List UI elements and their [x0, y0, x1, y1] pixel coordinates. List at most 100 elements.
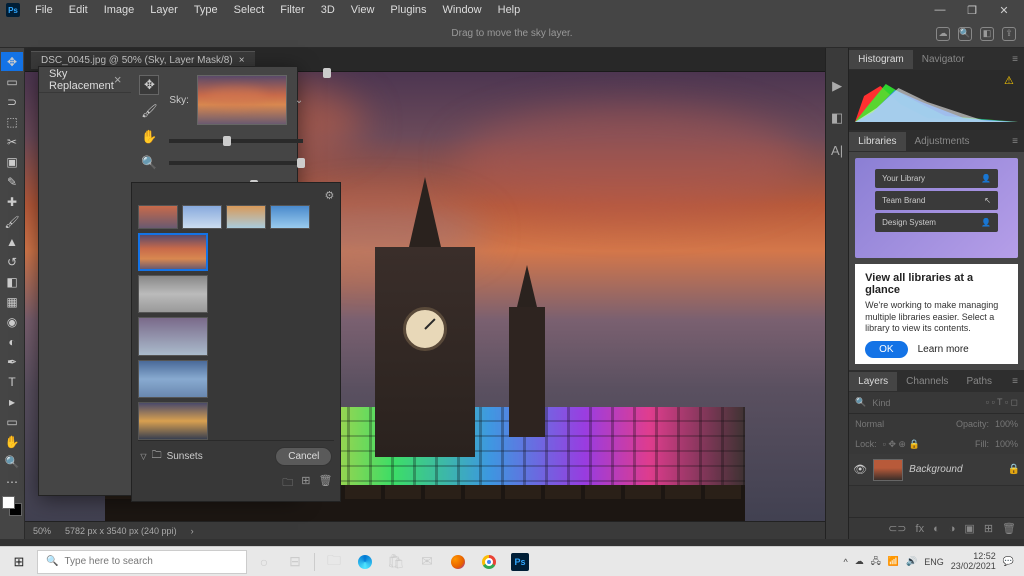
history-brush-tool[interactable]: ↺ [1, 252, 23, 271]
chrome-icon[interactable] [475, 549, 503, 575]
histogram-warning-icon[interactable]: ⚠ [1004, 74, 1018, 86]
lasso-tool[interactable]: ⊃ [1, 92, 23, 111]
preset-group-name[interactable]: Sunsets [167, 451, 203, 462]
notifications-icon[interactable]: 💬 [1003, 556, 1014, 567]
sky-move-tool[interactable]: ✥ [139, 75, 159, 95]
gradient-tool[interactable]: ▦ [1, 292, 23, 311]
menu-view[interactable]: View [344, 2, 382, 18]
shift-edge-slider[interactable] [169, 139, 303, 143]
window-minimize[interactable]: — [926, 2, 954, 18]
language-indicator[interactable]: ENG [924, 557, 944, 567]
menu-3d[interactable]: 3D [314, 2, 342, 18]
menu-layer[interactable]: Layer [143, 2, 185, 18]
fade-edge-slider[interactable] [169, 161, 303, 165]
dodge-tool[interactable]: ◐ [1, 332, 23, 351]
start-button[interactable]: ⊞ [4, 549, 34, 575]
sky-hand-tool[interactable]: ✋ [139, 127, 159, 147]
library-card[interactable]: Team Brand↖ [875, 191, 998, 210]
healing-tool[interactable]: ✚ [1, 192, 23, 211]
library-card[interactable]: Design System👤 [875, 213, 998, 232]
preset-thumb[interactable] [138, 317, 208, 355]
volume-icon[interactable]: 🔊 [906, 556, 917, 567]
panel-menu-icon[interactable]: ≡ [1006, 136, 1024, 147]
color-panel-icon[interactable]: ▶ [829, 78, 845, 94]
lock-icon[interactable]: 🔒 [1008, 464, 1020, 475]
menu-filter[interactable]: Filter [273, 2, 311, 18]
search-icon[interactable]: 🔍 [958, 27, 972, 41]
preset-thumb-selected[interactable] [138, 233, 208, 271]
delete-layer-icon[interactable]: 🗑 [1002, 522, 1016, 535]
frame-tool[interactable]: ▣ [1, 152, 23, 171]
move-tool[interactable]: ✥ [1, 52, 23, 71]
close-tab-icon[interactable]: × [239, 55, 245, 66]
task-view-icon[interactable]: ⊟ [281, 549, 309, 575]
tray-chevron-icon[interactable]: ^ [844, 557, 848, 567]
menu-file[interactable]: File [28, 2, 60, 18]
status-chevron-icon[interactable]: › [191, 526, 194, 536]
sky-zoom-tool[interactable]: 🔍 [139, 153, 159, 173]
tab-paths[interactable]: Paths [957, 372, 1001, 391]
preset-thumb[interactable] [138, 205, 178, 229]
cloud-icon[interactable]: ☁ [936, 27, 950, 41]
panel-menu-icon[interactable]: ≡ [1006, 54, 1024, 65]
type-tool[interactable]: T [1, 372, 23, 391]
preset-thumb[interactable] [138, 402, 208, 440]
visibility-toggle-icon[interactable]: 👁 [853, 463, 867, 476]
sky-brush-tool[interactable]: 🖌 [139, 101, 159, 121]
layer-thumbnail[interactable] [873, 459, 903, 481]
hand-tool[interactable]: ✋ [1, 432, 23, 451]
firefox-icon[interactable] [444, 549, 472, 575]
menu-type[interactable]: Type [187, 2, 225, 18]
photoshop-taskbar-icon[interactable]: Ps [506, 549, 534, 575]
tab-layers[interactable]: Layers [849, 372, 897, 391]
marquee-tool[interactable]: ▭ [1, 72, 23, 91]
preset-thumb[interactable] [270, 205, 310, 229]
onedrive-icon[interactable]: ☁ [855, 556, 864, 567]
brush-tool[interactable]: 🖌 [1, 212, 23, 231]
swatches-panel-icon[interactable]: ◧ [829, 110, 845, 126]
learn-more-link[interactable]: Learn more [918, 344, 969, 355]
menu-image[interactable]: Image [97, 2, 142, 18]
zoom-tool[interactable]: 🔍 [1, 452, 23, 471]
new-group-icon[interactable]: 🗀 [282, 474, 293, 493]
workspace-icon[interactable]: ◧ [980, 27, 994, 41]
preset-thumb[interactable] [182, 205, 222, 229]
new-layer-icon[interactable]: ⊞ [984, 522, 993, 535]
menu-help[interactable]: Help [491, 2, 528, 18]
sky-preview-thumbnail[interactable] [197, 75, 287, 125]
blur-tool[interactable]: ◉ [1, 312, 23, 331]
layer-row[interactable]: 👁 Background 🔒 [849, 454, 1024, 486]
color-swatches[interactable] [2, 496, 22, 516]
tab-libraries[interactable]: Libraries [849, 132, 905, 151]
panel-menu-icon[interactable]: ≡ [1006, 376, 1024, 387]
preset-settings-icon[interactable]: ⚙ [325, 189, 335, 202]
eraser-tool[interactable]: ◧ [1, 272, 23, 291]
library-card[interactable]: Your Library👤 [875, 169, 998, 188]
wifi-icon[interactable]: 📶 [888, 556, 899, 567]
tab-channels[interactable]: Channels [897, 372, 957, 391]
eyedropper-tool[interactable]: ✎ [1, 172, 23, 191]
blend-mode[interactable]: Normal [855, 419, 884, 429]
fill-value[interactable]: 100% [995, 439, 1018, 449]
edit-toolbar[interactable]: ⋯ [1, 472, 23, 491]
stamp-tool[interactable]: ▲ [1, 232, 23, 251]
window-close[interactable]: ✕ [990, 2, 1018, 18]
explorer-icon[interactable]: 🗀 [320, 549, 348, 575]
ok-button[interactable]: OK [865, 341, 907, 358]
taskbar-search[interactable]: 🔍 Type here to search [37, 550, 247, 574]
preset-thumb[interactable] [138, 360, 208, 398]
network-icon[interactable]: 🖧 [871, 554, 881, 570]
layer-mask-icon[interactable]: ◐ [933, 523, 940, 535]
delete-preset-icon[interactable]: 🗑 [318, 474, 332, 493]
dialog-close-icon[interactable]: × [114, 72, 122, 87]
path-select-tool[interactable]: ▸ [1, 392, 23, 411]
disclosure-icon[interactable]: ▽ [140, 452, 146, 461]
group-icon[interactable]: ▣ [964, 522, 974, 535]
character-panel-icon[interactable]: A| [829, 142, 845, 158]
chevron-down-icon[interactable]: ⌄ [295, 95, 303, 106]
layer-style-icon[interactable]: fx [916, 523, 925, 535]
layer-name[interactable]: Background [909, 464, 962, 475]
shape-tool[interactable]: ▭ [1, 412, 23, 431]
taskbar-clock[interactable]: 12:52 23/02/2021 [951, 552, 996, 572]
link-layers-icon[interactable]: ⊂⊃ [888, 522, 906, 535]
